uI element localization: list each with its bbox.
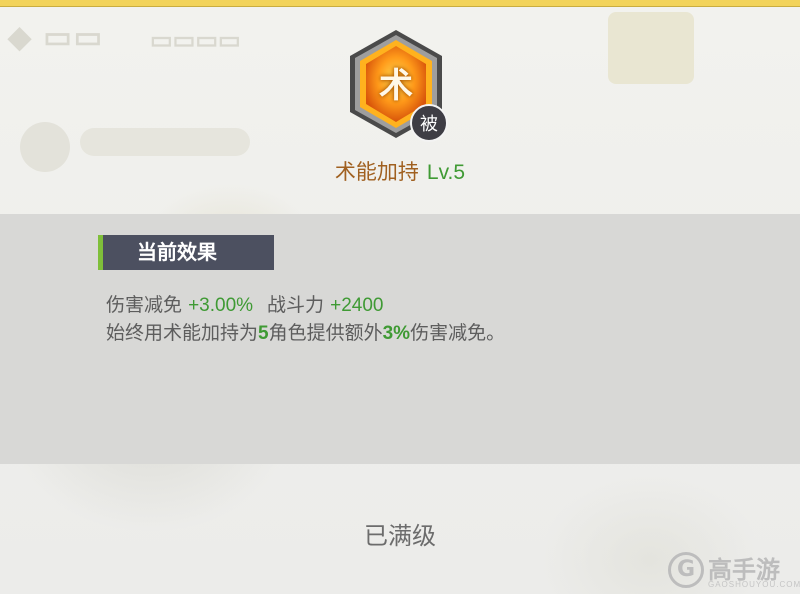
- top-border-strip: [0, 0, 800, 7]
- max-level-status: 已满级: [364, 522, 436, 550]
- skill-title: 术能加持 Lv.5: [0, 156, 800, 186]
- background-badge-decoration: [608, 12, 694, 84]
- effect-description: 始终用术能加持为5角色提供额外3%伤害减免。: [106, 318, 576, 349]
- skill-level: Lv.5: [426, 161, 466, 184]
- desc-number-2: 3%: [382, 323, 411, 344]
- skill-icon: 术 被: [346, 28, 454, 142]
- watermark-logo-icon: G: [668, 552, 704, 588]
- desc-text-1: 始终用术能加持为: [106, 322, 259, 344]
- desc-text-3: 伤害减免。: [410, 322, 506, 344]
- stat-damage-reduction-value: +3.00%: [188, 295, 254, 316]
- effect-header: 当前效果: [98, 235, 274, 270]
- skill-icon-glyph: 术: [379, 66, 413, 106]
- watermark: G 高手游 GAOSHOUYOU.COM: [668, 552, 800, 592]
- effect-stats: 伤害减免 +3.00% 战斗力 +2400: [106, 290, 383, 317]
- stat-power-value: +2400: [330, 295, 384, 316]
- desc-text-2: 角色提供额外: [268, 322, 383, 344]
- passive-badge: 被: [410, 104, 448, 142]
- watermark-subtext: GAOSHOUYOU.COM: [708, 580, 800, 589]
- desc-number-1: 5: [258, 323, 269, 344]
- background-power-decoration: ◆ ▭▭: [8, 21, 105, 54]
- background-tag-decoration: [80, 128, 250, 156]
- stat-power-label: 战斗力: [267, 294, 325, 316]
- background-number-decoration: ▭▭▭▭: [150, 27, 241, 54]
- stat-damage-reduction-label: 伤害减免: [106, 294, 183, 316]
- skill-name: 术能加持: [334, 160, 419, 184]
